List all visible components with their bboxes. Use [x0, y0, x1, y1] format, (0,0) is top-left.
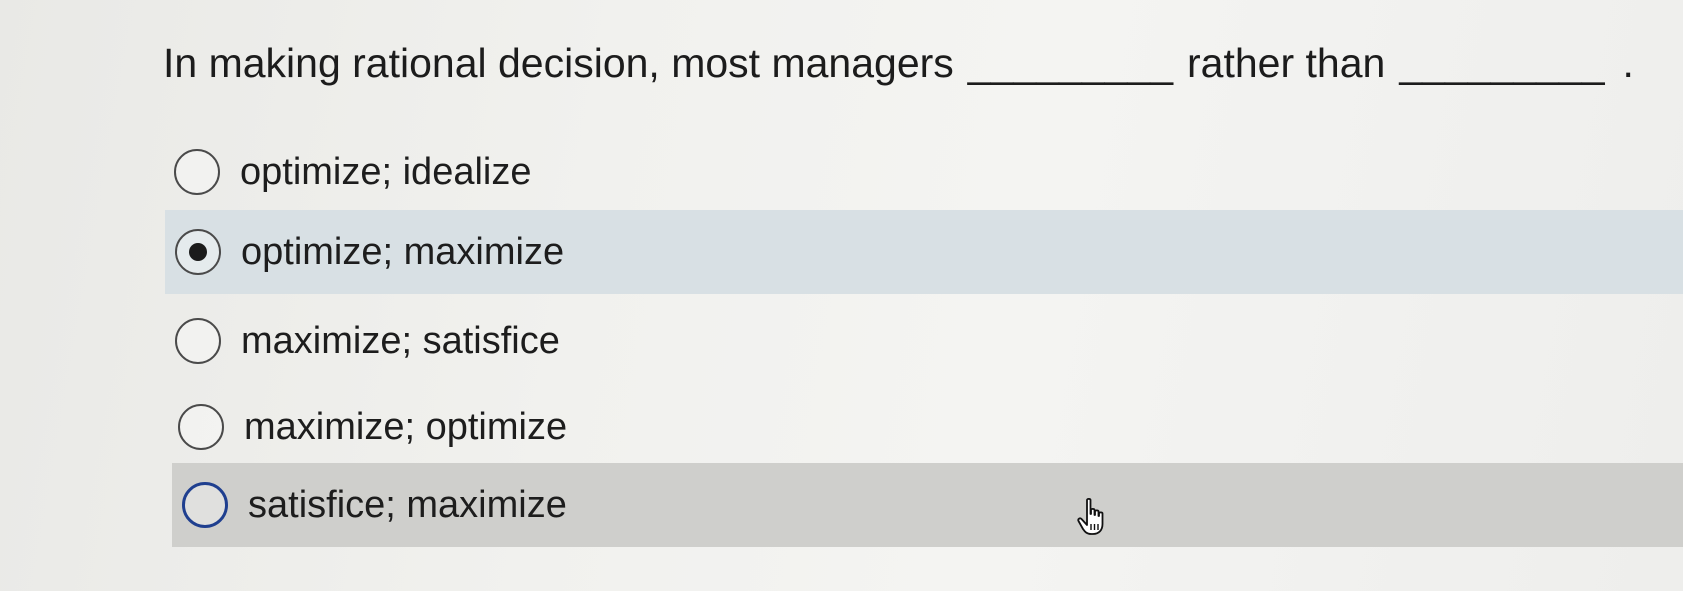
answer-option-1[interactable]: optimize; idealize	[165, 130, 1683, 214]
answer-option-label: maximize; satisfice	[241, 320, 560, 362]
quiz-question: In making rational decision, most manage…	[0, 0, 1683, 591]
answer-option-label: maximize; optimize	[244, 406, 568, 448]
radio-button-checked[interactable]	[175, 229, 221, 275]
answer-option-label: optimize; idealize	[240, 151, 532, 193]
answer-option-2-selected[interactable]: optimize; maximize	[165, 210, 1683, 294]
radio-button-unchecked[interactable]	[175, 318, 221, 364]
radio-button-unchecked[interactable]	[178, 404, 224, 450]
question-text: In making rational decision, most manage…	[163, 36, 1634, 90]
answer-blank-2: _________	[1399, 40, 1605, 86]
answer-option-3[interactable]: maximize; satisfice	[165, 299, 1683, 383]
hand-pointer-icon	[1077, 497, 1104, 535]
question-part-2: rather than	[1187, 40, 1386, 86]
answer-option-label: satisfice; maximize	[248, 484, 567, 526]
radio-button-unchecked[interactable]	[174, 149, 220, 195]
answer-option-5-hovered[interactable]: satisfice; maximize	[172, 463, 1683, 547]
answer-option-label: optimize; maximize	[241, 231, 565, 273]
radio-button-focused[interactable]	[182, 482, 228, 528]
answer-blank-1: _________	[967, 40, 1174, 86]
question-period: .	[1622, 40, 1634, 86]
answer-option-4[interactable]: maximize; optimize	[165, 385, 1683, 469]
question-part-1: In making rational decision, most manage…	[163, 40, 954, 86]
